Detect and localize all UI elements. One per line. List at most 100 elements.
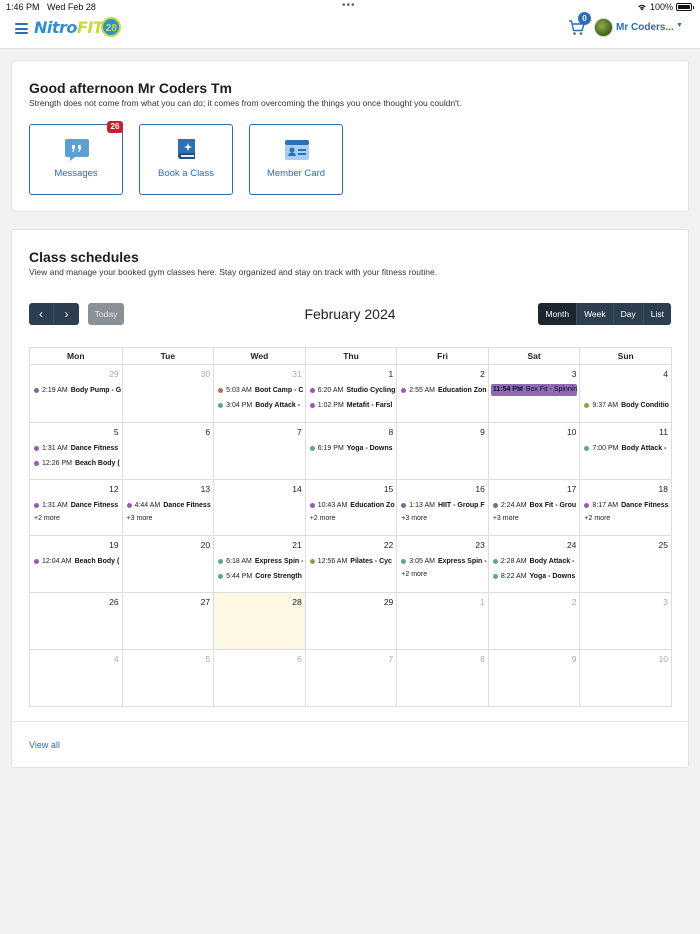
calendar-event[interactable]: 6:18 AM Express Spin -: [218, 556, 305, 567]
calendar-day[interactable]: 14: [213, 479, 305, 536]
day-number[interactable]: 1: [389, 369, 394, 379]
day-number[interactable]: 10: [659, 654, 668, 664]
day-number[interactable]: 6: [205, 427, 210, 437]
calendar-day[interactable]: 1: [396, 593, 488, 649]
view-week-button[interactable]: Week: [577, 303, 614, 325]
day-number[interactable]: 29: [384, 597, 393, 607]
day-number[interactable]: 1: [480, 597, 485, 607]
calendar-day[interactable]: 5: [121, 649, 214, 706]
calendar-day[interactable]: 7: [304, 649, 397, 706]
calendar-day[interactable]: 9: [396, 422, 488, 479]
messages-tile[interactable]: Messages 26: [29, 121, 123, 195]
calendar-day[interactable]: 22 12:56 AM Pilates - Cyc: [304, 536, 397, 593]
user-menu[interactable]: Mr Coders...: [616, 22, 674, 33]
calendar-day[interactable]: 31 5:03 AM Boot Camp - C 3:04 PM Body Attack…: [213, 365, 305, 422]
calendar-event[interactable]: 12:56 AM Pilates - Cyc: [309, 556, 397, 567]
day-number[interactable]: 22: [384, 540, 393, 550]
calendar-day[interactable]: 20: [121, 536, 214, 593]
menu-icon[interactable]: [15, 23, 28, 34]
day-number[interactable]: 17: [567, 484, 576, 494]
day-number[interactable]: 18: [659, 484, 668, 494]
day-number[interactable]: 27: [201, 597, 210, 607]
day-number[interactable]: 8: [480, 654, 485, 664]
calendar-event[interactable]: 9:37 AM Body Conditio: [584, 400, 671, 411]
day-number[interactable]: 25: [659, 540, 668, 550]
calendar-day[interactable]: 18 8:17 AM Dance Fitness +2 more: [579, 479, 671, 536]
day-number[interactable]: 5: [114, 427, 119, 437]
calendar-day[interactable]: 21 6:18 AM Express Spin -5:44 PM Core Stren…: [213, 536, 305, 593]
calendar-day[interactable]: 10: [487, 422, 580, 479]
calendar-day[interactable]: 5 1:31 AM Dance Fitness 12:26 PM Beach Body …: [30, 423, 122, 479]
calendar-day[interactable]: 10: [579, 649, 671, 706]
day-number[interactable]: 5: [205, 654, 210, 664]
calendar-day[interactable]: 7: [213, 422, 305, 479]
calendar-event[interactable]: 5:03 AM Boot Camp - C: [218, 385, 305, 396]
calendar-day-today[interactable]: 28: [213, 593, 305, 649]
calendar-day[interactable]: 26: [30, 593, 122, 649]
day-number[interactable]: 28: [292, 597, 301, 607]
day-number[interactable]: 24: [567, 540, 576, 550]
calendar-event[interactable]: 2:19 AM Body Pump - G: [34, 385, 122, 396]
calendar-day[interactable]: 23 3:05 AM Express Spin - +2 more: [396, 536, 488, 593]
day-number[interactable]: 3: [663, 597, 668, 607]
calendar-event[interactable]: 3:05 AM Express Spin -: [401, 556, 488, 567]
day-number[interactable]: 9: [572, 654, 577, 664]
calendar-day[interactable]: 8: [396, 649, 488, 706]
view-list-button[interactable]: List: [643, 303, 671, 325]
calendar-event[interactable]: 1:31 AM Dance Fitness: [34, 443, 122, 454]
book-class-tile[interactable]: Book a Class: [139, 124, 233, 195]
chevron-down-icon[interactable]: ▼: [676, 22, 683, 29]
day-number[interactable]: 3: [572, 369, 577, 379]
day-number[interactable]: 16: [475, 484, 484, 494]
calendar-event[interactable]: 8:17 AM Dance Fitness: [584, 500, 671, 511]
day-number[interactable]: 13: [201, 484, 210, 494]
calendar-day[interactable]: 4: [30, 650, 122, 706]
calendar-day[interactable]: 12 1:31 AM Dance Fitness +2 more: [30, 480, 122, 536]
view-all-link[interactable]: View all: [29, 740, 60, 750]
calendar-day[interactable]: 24 2:28 AM Body Attack -8:22 AM Yoga - Down…: [487, 536, 580, 593]
view-day-button[interactable]: Day: [613, 303, 644, 325]
calendar-day[interactable]: 1 6:20 AM Studio Cycling 1:02 PM Metafit - F…: [304, 365, 397, 422]
calendar-event[interactable]: 6:20 AM Studio Cycling: [309, 385, 397, 396]
calendar-day[interactable]: 30: [121, 365, 214, 422]
day-number[interactable]: 14: [292, 484, 301, 494]
calendar-day[interactable]: 17 2:24 AM Box Fit - Grou +3 more: [487, 479, 580, 536]
day-number[interactable]: 11: [659, 427, 668, 437]
avatar[interactable]: [594, 18, 613, 37]
day-number[interactable]: 9: [480, 427, 485, 437]
calendar-day[interactable]: 4 9:37 AM Body Conditio: [579, 365, 671, 422]
calendar-event[interactable]: 6:19 PM Yoga - Downs: [309, 443, 397, 454]
calendar-event[interactable]: 8:22 AM Yoga - Downs: [492, 571, 580, 582]
day-number[interactable]: 26: [109, 597, 118, 607]
day-number[interactable]: 15: [384, 484, 393, 494]
calendar-event[interactable]: 1:13 AM HIIT - Group F: [401, 500, 488, 511]
day-number[interactable]: 12: [109, 484, 118, 494]
calendar-event[interactable]: 1:31 AM Dance Fitness: [34, 500, 122, 511]
more-events-link[interactable]: +2 more: [310, 515, 336, 522]
calendar-day[interactable]: 6: [213, 649, 305, 706]
calendar-event[interactable]: 12:04 AM Beach Body (: [34, 556, 122, 567]
more-events-link[interactable]: +3 more: [127, 515, 153, 522]
day-number[interactable]: 20: [201, 540, 210, 550]
calendar-event-bar[interactable]: 11:54 PMBox Fit - Spinning Studio: [490, 384, 578, 396]
day-number[interactable]: 29: [109, 369, 118, 379]
calendar-event[interactable]: 12:26 PM Beach Body (: [34, 458, 122, 469]
calendar-event[interactable]: 7:00 PM Body Attack -: [584, 443, 671, 454]
day-number[interactable]: 6: [297, 654, 302, 664]
calendar-day[interactable]: 13 4:44 AM Dance Fitness +3 more: [121, 479, 214, 536]
view-month-button[interactable]: Month: [538, 303, 578, 325]
calendar-day[interactable]: 25: [579, 536, 671, 593]
calendar-day[interactable]: 19 12:04 AM Beach Body (: [30, 536, 122, 592]
multitask-dots-icon[interactable]: •••: [342, 0, 356, 11]
day-number[interactable]: 7: [297, 427, 302, 437]
calendar-day[interactable]: 3 11:54 PMBox Fit - Spinning Studio: [487, 365, 580, 422]
calendar-day[interactable]: 29 2:19 AM Body Pump - G: [30, 365, 122, 422]
day-number[interactable]: 4: [663, 369, 668, 379]
calendar-event[interactable]: 1:02 PM Metafit - Farsl: [309, 400, 397, 411]
calendar-event[interactable]: 3:04 PM Body Attack -: [218, 400, 305, 411]
calendar-day[interactable]: 8 6:19 PM Yoga - Downs: [304, 422, 397, 479]
day-number[interactable]: 2: [480, 369, 485, 379]
calendar-day[interactable]: 15 10:43 AM Education Zo +2 more: [304, 479, 397, 536]
calendar-day[interactable]: 2: [487, 593, 580, 649]
calendar-day[interactable]: 9: [487, 649, 580, 706]
